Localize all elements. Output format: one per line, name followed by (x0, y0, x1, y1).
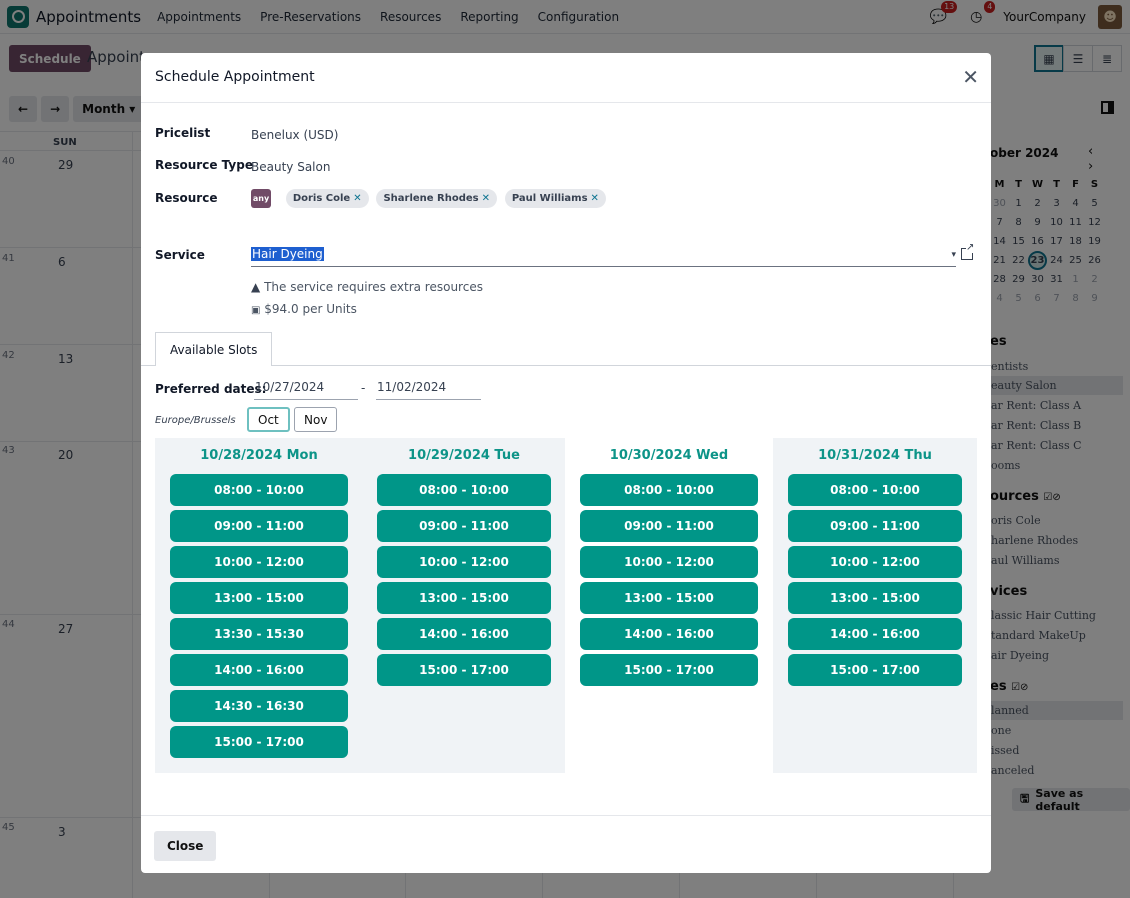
resource-type-value[interactable]: Beauty Salon (251, 160, 330, 174)
resource-tag-label: Sharlene Rhodes (383, 193, 479, 204)
remove-tag-icon[interactable]: ✕ (482, 193, 490, 204)
warning-icon: ▲ (251, 280, 261, 294)
close-icon[interactable]: ✕ (962, 65, 979, 89)
service-price: ▣ $94.0 per Units (251, 302, 357, 316)
slot-button[interactable]: 15:00 - 17:00 (580, 654, 758, 686)
slot-button[interactable]: 15:00 - 17:00 (788, 654, 962, 686)
slot-button[interactable]: 08:00 - 10:00 (377, 474, 551, 506)
slot-button[interactable]: 08:00 - 10:00 (580, 474, 758, 506)
slot-button[interactable]: 10:00 - 12:00 (170, 546, 348, 578)
date-from-input[interactable]: 10/27/2024 (254, 380, 358, 400)
service-field[interactable]: Hair Dyeing ▾ (251, 247, 956, 267)
slot-button[interactable]: 14:00 - 16:00 (170, 654, 348, 686)
resource-tag: Doris Cole ✕ (285, 189, 369, 208)
slot-day-heading: 10/30/2024 Wed (609, 448, 729, 463)
pricelist-label: Pricelist (155, 126, 211, 140)
dialog-title: Schedule Appointment (155, 69, 315, 85)
resource-tag-label: Doris Cole (292, 193, 351, 204)
slot-button[interactable]: 13:00 - 15:00 (580, 582, 758, 614)
slot-column: 10/30/2024 Wed 08:00 - 10:00 09:00 - 11:… (565, 438, 773, 773)
dropdown-caret-icon[interactable]: ▾ (951, 250, 956, 260)
dialog-header: Schedule Appointment ✕ (141, 53, 991, 103)
external-link-icon[interactable] (961, 242, 975, 260)
slot-button[interactable]: 13:00 - 15:00 (377, 582, 551, 614)
remove-tag-icon[interactable]: ✕ (353, 193, 361, 204)
slot-button[interactable]: 09:00 - 11:00 (170, 510, 348, 542)
service-label: Service (155, 248, 205, 262)
slot-button[interactable]: 15:00 - 17:00 (170, 726, 348, 758)
slot-button[interactable]: 13:30 - 15:30 (170, 618, 348, 650)
any-badge[interactable]: any (251, 189, 271, 208)
slot-button[interactable]: 13:00 - 15:00 (788, 582, 962, 614)
money-icon: ▣ (251, 305, 261, 316)
slot-button[interactable]: 10:00 - 12:00 (788, 546, 962, 578)
slot-button[interactable]: 10:00 - 12:00 (377, 546, 551, 578)
slot-button[interactable]: 10:00 - 12:00 (580, 546, 758, 578)
date-separator: - (361, 381, 366, 395)
slot-day-heading: 10/31/2024 Thu (818, 448, 932, 463)
schedule-appointment-dialog: Schedule Appointment ✕ Pricelist Benelux… (141, 53, 991, 873)
slot-button[interactable]: 15:00 - 17:00 (377, 654, 551, 686)
slots-grid: 10/28/2024 Mon 08:00 - 10:00 09:00 - 11:… (155, 438, 977, 773)
resource-tag: Sharlene Rhodes ✕ (376, 189, 498, 208)
dialog-footer (141, 815, 991, 816)
slot-button[interactable]: 09:00 - 11:00 (580, 510, 758, 542)
price-text: $94.0 per Units (264, 302, 357, 316)
service-value[interactable]: Hair Dyeing (251, 247, 324, 261)
close-button[interactable]: Close (154, 831, 217, 861)
slot-button[interactable]: 09:00 - 11:00 (788, 510, 962, 542)
date-to-input[interactable]: 11/02/2024 (376, 380, 481, 400)
slot-button[interactable]: 14:00 - 16:00 (788, 618, 962, 650)
resource-tags[interactable]: any Doris Cole ✕ Sharlene Rhodes ✕ Paul Wi… (251, 189, 610, 208)
slot-button[interactable]: 14:00 - 16:00 (377, 618, 551, 650)
resource-type-label: Resource Type (155, 158, 253, 172)
slot-button[interactable]: 14:00 - 16:00 (580, 618, 758, 650)
slot-day-heading: 10/28/2024 Mon (200, 448, 318, 463)
slot-column: 10/28/2024 Mon 08:00 - 10:00 09:00 - 11:… (155, 438, 363, 773)
slot-day-heading: 10/29/2024 Tue (408, 448, 520, 463)
slot-button[interactable]: 14:30 - 16:30 (170, 690, 348, 722)
slot-button[interactable]: 09:00 - 11:00 (377, 510, 551, 542)
slot-column: 10/29/2024 Tue 08:00 - 10:00 09:00 - 11:… (363, 438, 565, 773)
month-nov-button[interactable]: Nov (294, 407, 338, 432)
tab-available-slots[interactable]: Available Slots (155, 332, 273, 366)
slot-button[interactable]: 13:00 - 15:00 (170, 582, 348, 614)
month-oct-button[interactable]: Oct (247, 407, 290, 432)
timezone-label[interactable]: Europe/Brussels (155, 415, 236, 426)
slot-button[interactable]: 08:00 - 10:00 (788, 474, 962, 506)
resource-tag: Paul Williams ✕ (504, 189, 606, 208)
pricelist-value[interactable]: Benelux (USD) (251, 128, 338, 142)
resource-label: Resource (155, 191, 218, 205)
extra-resources-warning: ▲ The service requires extra resources (251, 280, 483, 294)
slot-column: 10/31/2024 Thu 08:00 - 10:00 09:00 - 11:… (773, 438, 977, 773)
resource-tag-label: Paul Williams (511, 193, 588, 204)
warning-text: The service requires extra resources (264, 280, 483, 294)
remove-tag-icon[interactable]: ✕ (591, 193, 599, 204)
slot-button[interactable]: 08:00 - 10:00 (170, 474, 348, 506)
preferred-dates-label: Preferred dates: (155, 382, 267, 396)
